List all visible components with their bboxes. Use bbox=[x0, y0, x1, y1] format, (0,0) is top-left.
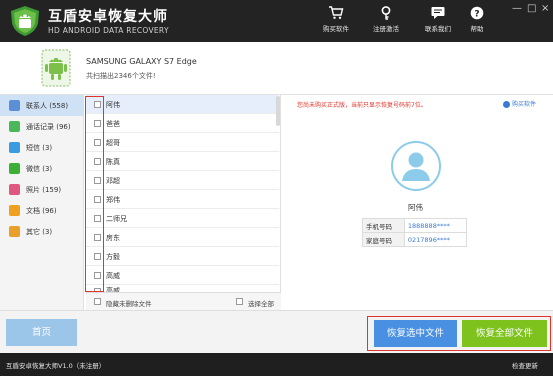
list-item[interactable]: 陈真 bbox=[86, 152, 279, 171]
contact-us-button[interactable]: 联系我们 bbox=[418, 6, 458, 38]
device-info: SAMSUNG GALAXY S7 Edge 共扫描出2346个文件! bbox=[0, 42, 553, 95]
scan-result: 共扫描出2346个文件! bbox=[86, 72, 156, 80]
buy-software-button[interactable]: 购买软件 bbox=[316, 6, 356, 38]
android-shield-logo bbox=[11, 6, 39, 36]
list-item[interactable]: 高威 bbox=[86, 266, 279, 285]
sms-icon bbox=[9, 142, 20, 153]
field-value: 0217896**** bbox=[403, 232, 468, 247]
app-title: 互盾安卓恢复大师 bbox=[48, 9, 168, 25]
contact-name: 房东 bbox=[106, 234, 120, 242]
select-all-checkbox[interactable] bbox=[236, 298, 243, 305]
hide-deleted-checkbox[interactable] bbox=[94, 298, 101, 305]
list-footer: 隐藏未删除文件 选择全部 bbox=[86, 292, 281, 310]
minimize-button[interactable]: — bbox=[512, 4, 522, 14]
app-subtitle: HD ANDROID DATA RECOVERY bbox=[48, 26, 169, 35]
hide-deleted-label: 隐藏未删除文件 bbox=[106, 300, 152, 308]
category-contacts[interactable]: 联系人 (558) bbox=[0, 95, 84, 116]
contact-name: 二师兄 bbox=[106, 215, 127, 223]
category-label: 短信 (3) bbox=[26, 144, 53, 152]
contact-list: 阿伟 爸爸 超哥 陈真 邓超 郑伟 二师兄 房东 方毅 高威 高威 bbox=[86, 95, 281, 292]
recover-selected-button[interactable]: 恢复选中文件 bbox=[374, 320, 457, 347]
maximize-button[interactable]: □ bbox=[527, 4, 536, 14]
field-value: 1888888**** bbox=[403, 218, 468, 233]
category-label: 联系人 (558) bbox=[26, 102, 69, 110]
contact-name: 超哥 bbox=[106, 139, 120, 147]
list-item[interactable]: 二师兄 bbox=[86, 209, 279, 228]
contact-name: 邓超 bbox=[106, 177, 120, 185]
table-row: 家庭号码 0217896**** bbox=[362, 232, 468, 247]
list-item[interactable]: 方毅 bbox=[86, 247, 279, 266]
chat-icon bbox=[431, 7, 445, 19]
help-button[interactable]: ? 帮助 bbox=[462, 6, 492, 38]
title-bar: 互盾安卓恢复大师 HD ANDROID DATA RECOVERY 购买软件 注… bbox=[0, 0, 553, 42]
category-sms[interactable]: 短信 (3) bbox=[0, 137, 84, 158]
close-button[interactable]: × bbox=[541, 4, 549, 14]
list-item[interactable]: 阿伟 bbox=[86, 95, 279, 114]
home-button[interactable]: 首页 bbox=[6, 319, 77, 346]
check-update-link[interactable]: 检查更新 bbox=[512, 360, 538, 370]
other-icon bbox=[9, 226, 20, 237]
contact-detail-panel: 您尚未购买正式版，当前只显示恢复号码前7位。 购买软件 阿伟 手机号码 1888… bbox=[283, 95, 553, 310]
category-label: 照片 (159) bbox=[26, 186, 62, 194]
category-label: 通话记录 (96) bbox=[26, 123, 71, 131]
document-icon bbox=[9, 205, 20, 216]
category-call-log[interactable]: 通话记录 (96) bbox=[0, 116, 84, 137]
list-item[interactable]: 超哥 bbox=[86, 133, 279, 152]
recover-all-button[interactable]: 恢复全部文件 bbox=[462, 320, 547, 347]
field-label: 家庭号码 bbox=[362, 232, 405, 247]
device-name: SAMSUNG GALAXY S7 Edge bbox=[86, 57, 197, 66]
contact-name: 阿伟 bbox=[106, 101, 120, 109]
photo-icon bbox=[9, 184, 20, 195]
contact-name: 陈真 bbox=[106, 158, 120, 166]
status-bar: 互盾安卓恢复大师V1.0（未注册） 检查更新 bbox=[0, 353, 553, 376]
wechat-icon bbox=[9, 163, 20, 174]
help-icon: ? bbox=[470, 6, 484, 20]
contact-name: 爸爸 bbox=[106, 120, 120, 128]
category-photos[interactable]: 照片 (159) bbox=[0, 179, 84, 200]
info-icon bbox=[503, 101, 510, 108]
list-item[interactable]: 郑伟 bbox=[86, 190, 279, 209]
list-item[interactable]: 邓超 bbox=[86, 171, 279, 190]
cart-icon bbox=[329, 6, 344, 19]
action-bar: 首页 恢复选中文件 恢复全部文件 bbox=[0, 310, 553, 353]
list-item[interactable]: 房东 bbox=[86, 228, 279, 247]
contact-name: 高威 bbox=[106, 272, 120, 280]
contact-name-title: 阿伟 bbox=[408, 203, 423, 212]
checkbox-column-highlight bbox=[85, 96, 104, 292]
category-label: 其它 (3) bbox=[26, 228, 53, 236]
contact-us-label: 联系我们 bbox=[425, 25, 451, 33]
buy-software-link[interactable]: 购买软件 bbox=[503, 99, 536, 108]
category-label: 微信 (3) bbox=[26, 165, 53, 173]
list-item[interactable]: 高威 bbox=[86, 285, 279, 292]
category-other[interactable]: 其它 (3) bbox=[0, 221, 84, 242]
trial-notice: 您尚未购买正式版，当前只显示恢复号码前7位。 bbox=[297, 102, 427, 109]
category-label: 文档 (96) bbox=[26, 207, 57, 215]
help-label: 帮助 bbox=[470, 25, 484, 33]
category-documents[interactable]: 文档 (96) bbox=[0, 200, 84, 221]
table-row: 手机号码 1888888**** bbox=[362, 218, 468, 233]
buy-link-label: 购买软件 bbox=[512, 101, 537, 108]
buy-software-label: 购买软件 bbox=[323, 25, 349, 33]
list-item[interactable]: 爸爸 bbox=[86, 114, 279, 133]
list-scrollbar[interactable] bbox=[276, 96, 280, 126]
register-activate-label: 注册激活 bbox=[373, 25, 399, 33]
contact-info-table: 手机号码 1888888**** 家庭号码 0217896**** bbox=[362, 218, 468, 247]
version-text: 互盾安卓恢复大师V1.0（未注册） bbox=[6, 362, 106, 370]
category-sidebar: 联系人 (558) 通话记录 (96) 短信 (3) 微信 (3) 照片 (15… bbox=[0, 95, 84, 310]
contact-avatar-icon bbox=[391, 141, 441, 191]
select-all-label: 选择全部 bbox=[248, 300, 274, 308]
register-activate-button[interactable]: 注册激活 bbox=[366, 6, 406, 38]
category-wechat[interactable]: 微信 (3) bbox=[0, 158, 84, 179]
android-phone-icon bbox=[41, 49, 71, 87]
key-icon bbox=[381, 6, 391, 20]
field-label: 手机号码 bbox=[362, 218, 405, 233]
phone-icon bbox=[9, 121, 20, 132]
svg-text:?: ? bbox=[474, 9, 479, 19]
contact-name: 方毅 bbox=[106, 253, 120, 261]
contacts-icon bbox=[9, 100, 20, 111]
contact-name: 郑伟 bbox=[106, 196, 120, 204]
